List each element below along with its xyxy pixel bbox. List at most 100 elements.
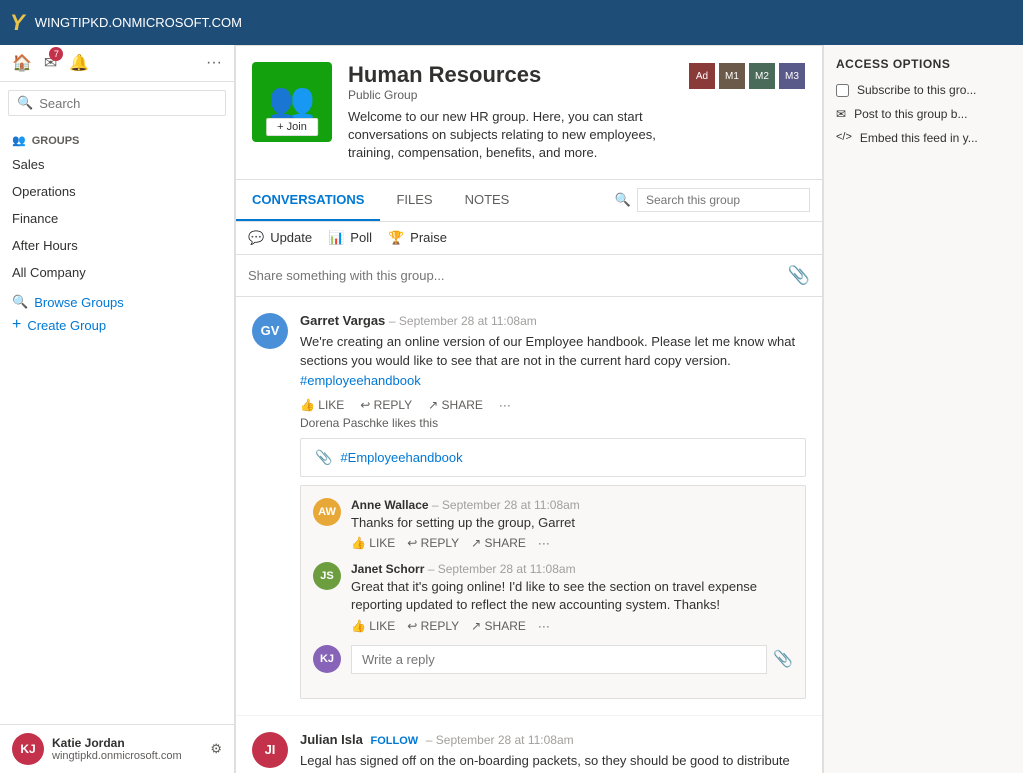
write-reply-container: 📎: [351, 645, 793, 674]
update-action[interactable]: 💬 Update: [248, 230, 312, 246]
app-logo: Y: [10, 10, 25, 36]
sidebar-item-operations[interactable]: Operations: [0, 178, 234, 205]
reply-button[interactable]: ↩ REPLY: [360, 398, 412, 412]
domain-label: WINGTIPKD.ONMICROSOFT.COM: [35, 15, 242, 30]
reply-reply[interactable]: ↩ REPLY: [407, 619, 459, 633]
subscribe-checkbox[interactable]: [836, 84, 849, 97]
sidebar-group-list: Sales Operations Finance After Hours All…: [0, 151, 234, 286]
tab-search: 🔍: [603, 180, 822, 220]
post-time: – September 28 at 11:08am: [389, 314, 537, 328]
browse-groups-link[interactable]: 🔍 Browse Groups: [12, 294, 222, 310]
praise-action[interactable]: 🏆 Praise: [388, 230, 447, 246]
mail-option-icon: ✉: [836, 107, 846, 121]
member-avatar-2: M2: [748, 62, 776, 90]
reply-author: Anne Wallace: [351, 498, 429, 512]
reply-reply[interactable]: ↩ REPLY: [407, 536, 459, 550]
reply-avatar-anne: AW: [313, 498, 341, 526]
post-actions: 💬 Update 📊 Poll 🏆 Praise: [235, 222, 823, 255]
settings-icon[interactable]: ⚙: [210, 741, 222, 757]
mail-badge: 7: [49, 47, 63, 61]
posts-area: GV Garret Vargas – September 28 at 11:08…: [235, 297, 823, 773]
embed-option-icon: </>: [836, 131, 852, 143]
sidebar-item-after-hours[interactable]: After Hours: [0, 232, 234, 259]
sidebar-item-sales[interactable]: Sales: [0, 151, 234, 178]
post2-time: – September 28 at 11:08am: [426, 733, 574, 747]
reply-item: AW Anne Wallace – September 28 at 11:08a…: [313, 498, 793, 550]
groups-section-label: 👥 GROUPS: [0, 124, 234, 151]
reply-body: Anne Wallace – September 28 at 11:08am T…: [351, 498, 793, 550]
reply-reactions: 👍 LIKE ↩ REPLY ↗ SHARE ···: [351, 619, 793, 633]
reply-share[interactable]: ↗ SHARE: [471, 536, 526, 550]
post2-text: Legal has signed off on the on-boarding …: [300, 751, 806, 773]
search-container: 🔍: [0, 82, 234, 124]
more-icon[interactable]: ···: [206, 54, 222, 72]
post2-author: Julian Isla: [300, 732, 363, 747]
access-embed: </> Embed this feed in y...: [836, 131, 1011, 145]
share-button[interactable]: ↗ SHARE: [428, 398, 483, 412]
reply-more[interactable]: ···: [538, 619, 550, 633]
search-input[interactable]: [39, 96, 217, 111]
like-button[interactable]: 👍 LIKE: [300, 398, 344, 412]
reply-header: Janet Schorr – September 28 at 11:08am: [351, 562, 793, 576]
group-name: Human Resources: [348, 62, 672, 88]
reply-time: – September 28 at 11:08am: [428, 562, 576, 576]
more-button[interactable]: ···: [499, 398, 511, 412]
bell-icon[interactable]: 🔔: [69, 53, 89, 73]
join-button[interactable]: + Join: [266, 118, 318, 136]
center-area: 👥 + Join Human Resources Public Group We…: [235, 45, 823, 773]
write-reply-input[interactable]: [351, 645, 767, 674]
access-panel: ACCESS OPTIONS Subscribe to this gro... …: [823, 45, 1023, 773]
reply-header: Anne Wallace – September 28 at 11:08am: [351, 498, 793, 512]
reply-more[interactable]: ···: [538, 536, 550, 550]
create-group-link[interactable]: + Create Group: [12, 316, 222, 334]
reply-author: Janet Schorr: [351, 562, 424, 576]
reply-share[interactable]: ↗ SHARE: [471, 619, 526, 633]
group-type: Public Group: [348, 88, 672, 102]
post-item-julian: JI Julian Isla FOLLOW – September 28 at …: [236, 716, 822, 773]
topbar: Y WINGTIPKD.ONMICROSOFT.COM: [0, 0, 1023, 45]
embed-label: Embed this feed in y...: [860, 131, 978, 145]
sidebar-actions: 🔍 Browse Groups + Create Group: [0, 286, 234, 342]
create-group-icon: +: [12, 316, 21, 334]
tab-notes[interactable]: NOTES: [449, 180, 526, 221]
tab-files[interactable]: FILES: [380, 180, 448, 221]
poll-action[interactable]: 📊 Poll: [328, 230, 372, 246]
sidebar-item-finance[interactable]: Finance: [0, 205, 234, 232]
post-hashtag[interactable]: #employeehandbook: [300, 373, 421, 388]
hashtag-icon: 📎: [315, 449, 332, 466]
group-logo: 👥 + Join: [252, 62, 332, 142]
write-reply-row: KJ 📎: [313, 645, 793, 674]
group-members: Ad M1 M2 M3: [688, 62, 806, 90]
attach-icon[interactable]: 📎: [788, 265, 810, 286]
share-box: 📎: [235, 255, 823, 297]
reply-body: Janet Schorr – September 28 at 11:08am G…: [351, 562, 793, 632]
user-info: Katie Jordan wingtipkd.onmicrosoft.com: [52, 736, 202, 762]
search-icon: 🔍: [17, 95, 33, 111]
home-icon[interactable]: 🏠: [12, 53, 32, 73]
post-avatar-julian: JI: [252, 732, 288, 768]
tab-conversations[interactable]: CONVERSATIONS: [236, 180, 380, 221]
reply-avatar-write: KJ: [313, 645, 341, 673]
follow-button[interactable]: FOLLOW: [371, 735, 419, 747]
tab-search-input[interactable]: [637, 188, 810, 212]
reply-text: Thanks for setting up the group, Garret: [351, 514, 793, 532]
post-label: Post to this group b...: [854, 107, 967, 121]
post-likes: Dorena Paschke likes this: [300, 416, 806, 430]
access-subscribe: Subscribe to this gro...: [836, 83, 1011, 97]
post-text: We're creating an online version of our …: [300, 332, 806, 391]
subscribe-label: Subscribe to this gro...: [857, 83, 976, 97]
post-item: GV Garret Vargas – September 28 at 11:08…: [236, 297, 822, 716]
reply-avatar-janet: JS: [313, 562, 341, 590]
sidebar-item-all-company[interactable]: All Company: [0, 259, 234, 286]
member-avatar-3: M3: [778, 62, 806, 90]
share-input[interactable]: [248, 268, 788, 283]
mail-icon[interactable]: ✉ 7: [44, 53, 57, 73]
hashtag-label[interactable]: #Employeehandbook: [340, 450, 462, 465]
reply-like[interactable]: 👍 LIKE: [351, 619, 395, 633]
sidebar: 🏠 ✉ 7 🔔 ··· 🔍 👥 GROUPS Sales Operations …: [0, 45, 235, 773]
write-reply-attach-icon[interactable]: 📎: [773, 649, 793, 669]
browse-groups-icon: 🔍: [12, 294, 28, 310]
post2-header: Julian Isla FOLLOW – September 28 at 11:…: [300, 732, 806, 747]
reply-time: – September 28 at 11:08am: [432, 498, 580, 512]
reply-like[interactable]: 👍 LIKE: [351, 536, 395, 550]
